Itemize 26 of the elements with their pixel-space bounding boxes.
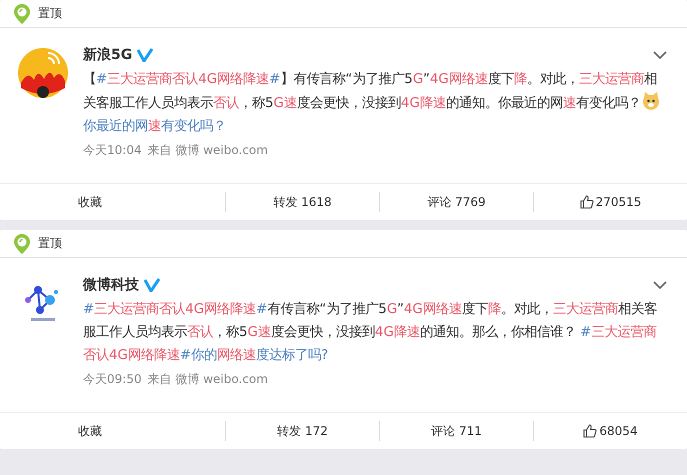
thumbs-up-icon (583, 424, 598, 438)
avatar-icon[interactable] (18, 48, 68, 98)
pin-label: 置顶 (38, 5, 62, 22)
author-name[interactable]: 新浪5G (83, 46, 132, 64)
action-button[interactable]: 转发 1618 (226, 184, 379, 220)
action-button[interactable]: 评论 7769 (380, 184, 533, 220)
pin-icon (12, 2, 32, 24)
action-button[interactable]: 评论 711 (380, 413, 533, 449)
post-time[interactable]: 今天09:50 (83, 371, 142, 388)
post-text: 【#三大运营商否认4G网络降速#】有传言称“为了推广5G”4G网络速度下降。对此，三大运营商相关客服工作人员均表示否认，称5G速度会更快，没接到4G降速的通知。你最近的网速有变化吗？ 你最近的网速有变化吗？ (83, 68, 667, 138)
chevron-down-icon[interactable] (653, 281, 667, 289)
action-button[interactable]: 收藏 (0, 184, 225, 220)
action-button[interactable]: 转发 172 (226, 413, 379, 449)
author-name[interactable]: 微博科技 (83, 276, 139, 294)
dog-emoji-icon (640, 91, 661, 111)
post-time[interactable]: 今天10:04 (83, 142, 142, 159)
chevron-down-icon[interactable] (653, 51, 667, 59)
thumbs-up-icon (580, 195, 594, 209)
post-text: #三大运营商否认4G网络降速#有传言称“为了推广5G”4G网络速度下降。对此，三大运营商相关客服工作人员均表示否认，称5G速度会更快，没接到4G降速的通知。那么，你相信谁？ #三大运营商否认4G网络降速#你的网络速度达标了吗? (83, 300, 658, 365)
like-button[interactable]: 270515 (534, 184, 687, 220)
post-source: 来自 微博 weibo.com (148, 371, 268, 388)
pin-label: 置顶 (38, 235, 62, 252)
action-button[interactable]: 收藏 (0, 413, 225, 449)
pin-icon (12, 232, 32, 254)
like-button[interactable]: 68054 (534, 413, 687, 449)
post-source: 来自 微博 weibo.com (148, 142, 268, 159)
